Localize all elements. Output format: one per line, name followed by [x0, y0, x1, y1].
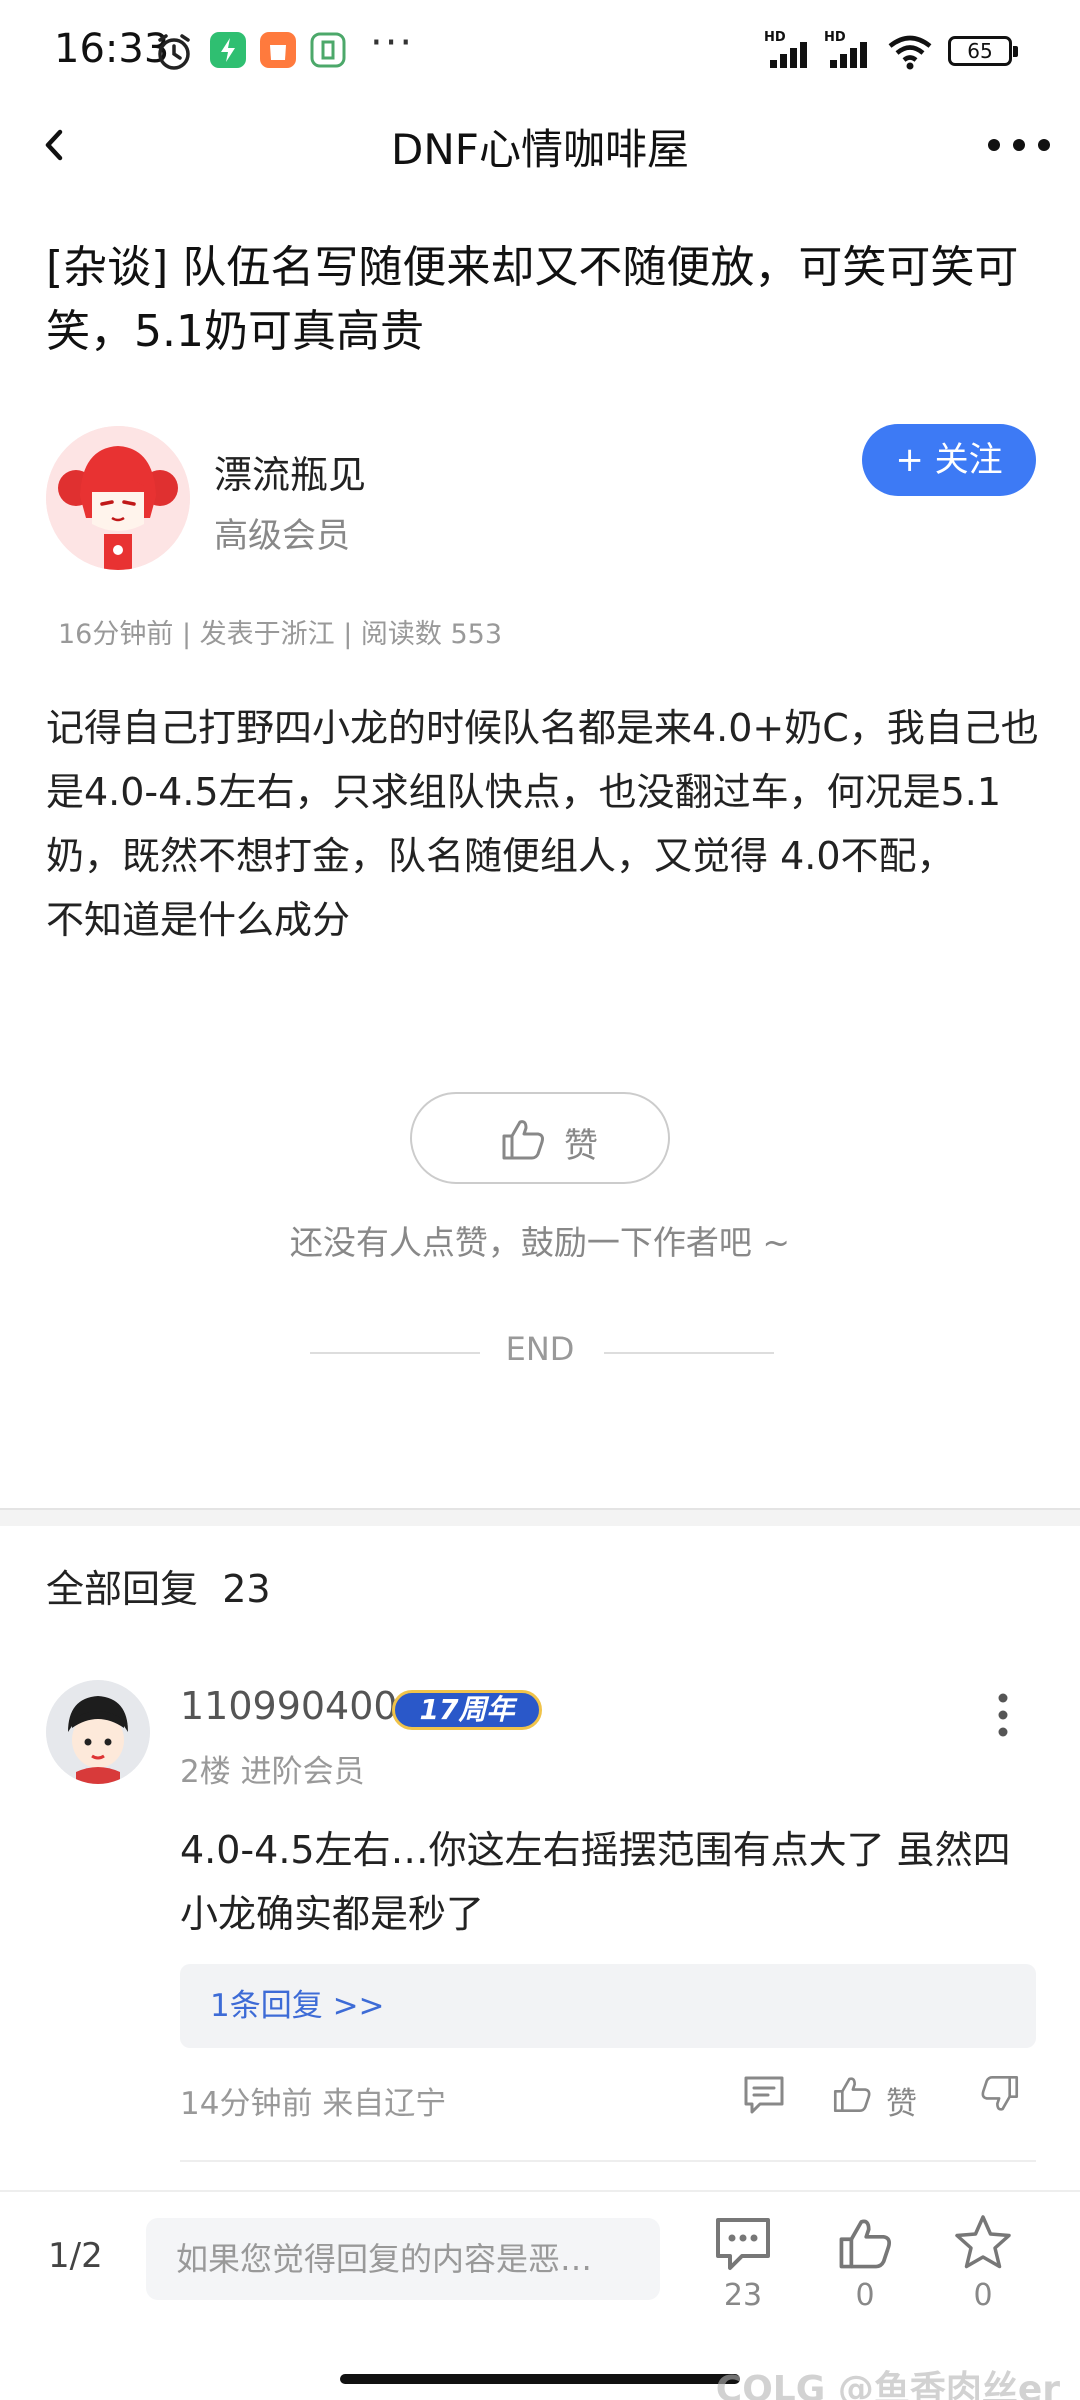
thumbs-up-icon [502, 1120, 544, 1160]
sub-replies-link[interactable]: 1条回复 >> [180, 1964, 1036, 2048]
app-notification-icon [210, 32, 246, 68]
more-notifications-icon: ··· [370, 20, 415, 66]
reply-more-icon[interactable] [988, 1690, 1018, 1740]
battery-icon: 65 [948, 36, 1018, 66]
favorite-star-icon[interactable] [952, 2212, 1014, 2274]
reply-time-location: 14分钟前 来自辽宁 [180, 2086, 447, 2122]
alarm-icon [158, 34, 190, 70]
post-like-count: 0 [855, 2278, 875, 2313]
status-bar: 16:33 ··· HD HD 65 [0, 0, 1080, 100]
recycle-app-icon [310, 32, 346, 68]
anniversary-badge: 17周年 [392, 1690, 542, 1730]
reply-like-label[interactable]: 赞 [886, 2078, 917, 2123]
comments-count: 23 [723, 2278, 763, 2313]
wifi-icon [888, 35, 932, 70]
page-indicator[interactable]: 1/2 [48, 2236, 103, 2276]
reply-floor-level: 2楼 进阶会员 [180, 1754, 365, 1790]
post-body-paragraph: 不知道是什么成分 [46, 898, 351, 942]
section-divider [0, 1508, 1080, 1526]
favorite-count: 0 [973, 2278, 993, 2313]
reply-separator [180, 2160, 1036, 2162]
comments-icon[interactable] [712, 2212, 774, 2274]
author-level: 高级会员 [214, 516, 350, 556]
like-button[interactable]: 赞 [410, 1092, 670, 1184]
reply-dislike-icon[interactable] [978, 2072, 1022, 2116]
home-indicator[interactable] [340, 2374, 740, 2384]
top-nav: DNF心情咖啡屋 [0, 100, 1080, 190]
reply-username[interactable]: 110990400 [180, 1684, 398, 1728]
reply-input[interactable] [146, 2218, 660, 2300]
signal-icon-2 [830, 42, 867, 68]
reply-content: 4.0-4.5左右…你这左右摇摆范围有点大了 虽然四小龙确实都是秒了 [180, 1828, 1011, 1936]
status-time: 16:33 [54, 26, 170, 72]
signal-icon-1 [770, 42, 807, 68]
post-body-paragraph: 记得自己打野四小龙的时候队名都是来4.0+奶C，我自己也是4.0-4.5左右，只… [46, 706, 1039, 878]
post-meta: 16分钟前 | 发表于浙江 | 阅读数 553 [58, 619, 502, 650]
replies-header: 全部回复 23 [46, 1558, 271, 1613]
author-avatar[interactable] [46, 426, 190, 570]
watermark: COLG @鱼香肉丝er [715, 2369, 1060, 2400]
forum-title: DNF心情咖啡屋 [391, 125, 689, 174]
reply-avatar[interactable] [46, 1680, 150, 1784]
replies-count: 23 [222, 1567, 271, 1611]
more-options-icon[interactable] [984, 122, 1054, 168]
reply-comment-icon[interactable] [742, 2072, 786, 2116]
reply-like-icon[interactable] [830, 2072, 874, 2116]
follow-button[interactable]: + 关注 [862, 424, 1036, 496]
post-like-icon[interactable] [834, 2212, 896, 2274]
post-body: 记得自己打野四小龙的时候队名都是来4.0+奶C，我自己也是4.0-4.5左右，只… [46, 696, 1042, 952]
shopping-app-icon [260, 32, 296, 68]
replies-header-label: 全部回复 [46, 1567, 199, 1611]
post-title: [杂谈] 队伍名写随便来却又不随便放，可笑可笑可笑，5.1奶可真高贵 [46, 242, 1019, 357]
author-name[interactable]: 漂流瓶见 [214, 444, 366, 499]
end-marker: END [505, 1330, 575, 1368]
like-hint: 还没有人点赞，鼓励一下作者吧 ~ [289, 1223, 791, 1262]
end-divider-right [604, 1352, 774, 1354]
like-label: 赞 [564, 1126, 598, 1166]
